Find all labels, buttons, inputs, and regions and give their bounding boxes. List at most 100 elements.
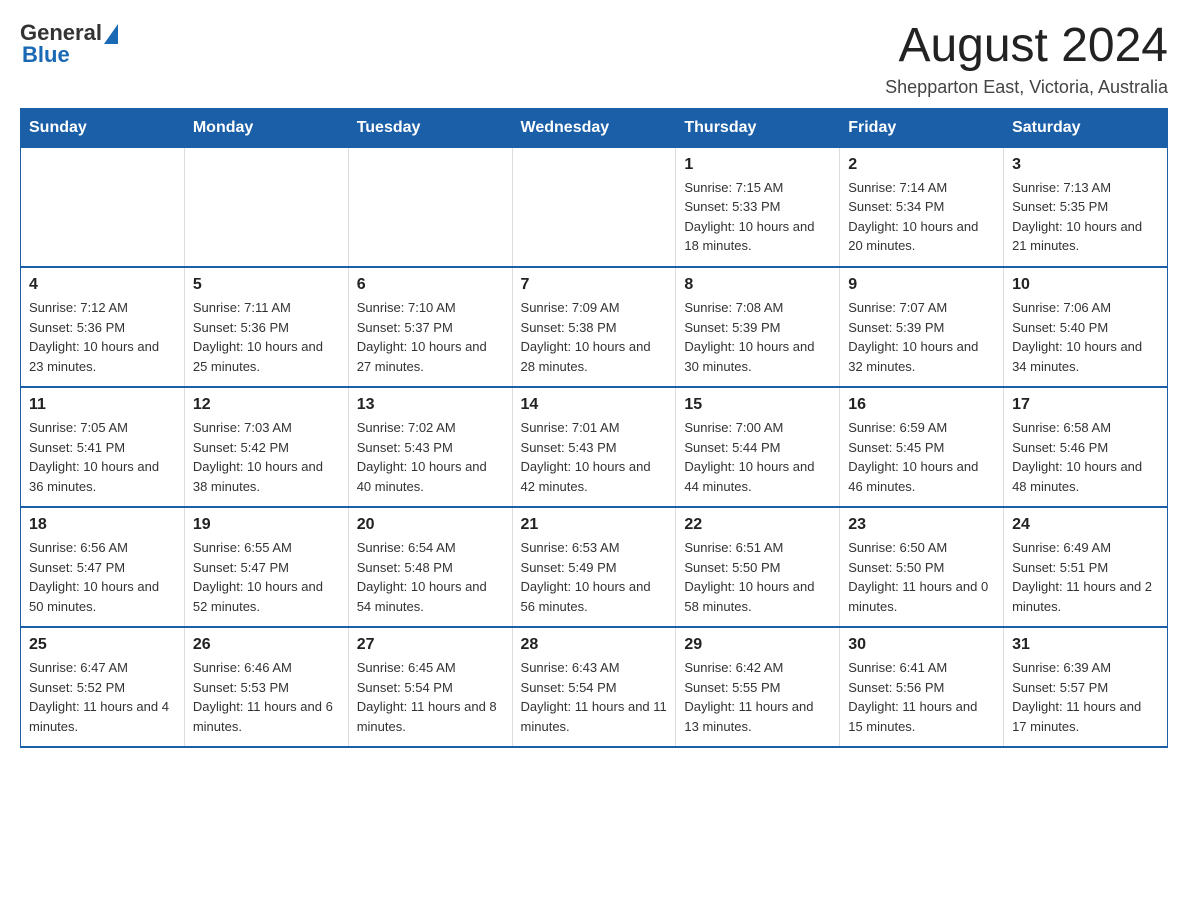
day-number: 19: [193, 516, 340, 534]
page-header: General Blue August 2024 Shepparton East…: [20, 20, 1168, 98]
day-cell: 7 Sunrise: 7:09 AM Sunset: 5:38 PM Daylig…: [512, 267, 676, 387]
day-number: 2: [848, 156, 995, 174]
day-number: 9: [848, 276, 995, 294]
day-number: 10: [1012, 276, 1159, 294]
day-number: 4: [29, 276, 176, 294]
day-info: Sunrise: 6:54 AM Sunset: 5:48 PM Dayligh…: [357, 538, 504, 616]
day-number: 26: [193, 636, 340, 654]
day-info: Sunrise: 7:02 AM Sunset: 5:43 PM Dayligh…: [357, 418, 504, 496]
logo-triangle: [104, 24, 118, 44]
day-number: 15: [684, 396, 831, 414]
month-title: August 2024: [885, 20, 1168, 73]
calendar-table: SundayMondayTuesdayWednesdayThursdayFrid…: [20, 108, 1168, 749]
day-number: 7: [521, 276, 668, 294]
title-section: August 2024 Shepparton East, Victoria, A…: [885, 20, 1168, 98]
day-number: 28: [521, 636, 668, 654]
day-cell: 14 Sunrise: 7:01 AM Sunset: 5:43 PM Dayli…: [512, 387, 676, 507]
day-cell: [21, 147, 185, 267]
day-info: Sunrise: 6:59 AM Sunset: 5:45 PM Dayligh…: [848, 418, 995, 496]
day-cell: 15Sunrise: 7:00 AM Sunset: 5:44 PM Dayli…: [676, 387, 840, 507]
day-number: 3: [1012, 156, 1159, 174]
day-cell: 10 Sunrise: 7:06 AM Sunset: 5:40 PM Dayli…: [1004, 267, 1168, 387]
day-cell: 16 Sunrise: 6:59 AM Sunset: 5:45 PM Dayli…: [840, 387, 1004, 507]
day-number: 14: [521, 396, 668, 414]
day-cell: 25 Sunrise: 6:47 AM Sunset: 5:52 PM Dayli…: [21, 627, 185, 747]
week-row-4: 18 Sunrise: 6:56 AM Sunset: 5:47 PM Dayli…: [21, 507, 1168, 627]
day-cell: 19Sunrise: 6:55 AM Sunset: 5:47 PM Dayli…: [184, 507, 348, 627]
day-info: Sunrise: 6:58 AM Sunset: 5:46 PM Dayligh…: [1012, 418, 1159, 496]
day-info: Sunrise: 6:53 AM Sunset: 5:49 PM Dayligh…: [521, 538, 668, 616]
logo-blue: Blue: [22, 42, 70, 68]
day-number: 24: [1012, 516, 1159, 534]
day-cell: 23Sunrise: 6:50 AM Sunset: 5:50 PM Dayli…: [840, 507, 1004, 627]
day-number: 18: [29, 516, 176, 534]
day-cell: 27Sunrise: 6:45 AM Sunset: 5:54 PM Dayli…: [348, 627, 512, 747]
day-number: 20: [357, 516, 504, 534]
day-info: Sunrise: 6:51 AM Sunset: 5:50 PM Dayligh…: [684, 538, 831, 616]
day-cell: 2 Sunrise: 7:14 AM Sunset: 5:34 PM Daylig…: [840, 147, 1004, 267]
day-number: 13: [357, 396, 504, 414]
day-cell: 1 Sunrise: 7:15 AM Sunset: 5:33 PM Daylig…: [676, 147, 840, 267]
day-info: Sunrise: 7:05 AM Sunset: 5:41 PM Dayligh…: [29, 418, 176, 496]
day-cell: [184, 147, 348, 267]
col-header-wednesday: Wednesday: [512, 108, 676, 147]
logo: General Blue: [20, 20, 118, 68]
day-info: Sunrise: 7:10 AM Sunset: 5:37 PM Dayligh…: [357, 298, 504, 376]
day-info: Sunrise: 6:47 AM Sunset: 5:52 PM Dayligh…: [29, 658, 176, 736]
week-row-5: 25 Sunrise: 6:47 AM Sunset: 5:52 PM Dayli…: [21, 627, 1168, 747]
day-cell: 31 Sunrise: 6:39 AM Sunset: 5:57 PM Dayli…: [1004, 627, 1168, 747]
day-cell: 6 Sunrise: 7:10 AM Sunset: 5:37 PM Daylig…: [348, 267, 512, 387]
day-cell: [512, 147, 676, 267]
week-row-2: 4 Sunrise: 7:12 AM Sunset: 5:36 PM Daylig…: [21, 267, 1168, 387]
day-number: 1: [684, 156, 831, 174]
day-number: 29: [684, 636, 831, 654]
day-number: 5: [193, 276, 340, 294]
day-cell: 11 Sunrise: 7:05 AM Sunset: 5:41 PM Dayli…: [21, 387, 185, 507]
calendar-header-row: SundayMondayTuesdayWednesdayThursdayFrid…: [21, 108, 1168, 147]
day-number: 31: [1012, 636, 1159, 654]
day-cell: 9Sunrise: 7:07 AM Sunset: 5:39 PM Daylig…: [840, 267, 1004, 387]
day-cell: 29Sunrise: 6:42 AM Sunset: 5:55 PM Dayli…: [676, 627, 840, 747]
day-cell: 8 Sunrise: 7:08 AM Sunset: 5:39 PM Daylig…: [676, 267, 840, 387]
day-cell: 5 Sunrise: 7:11 AM Sunset: 5:36 PM Daylig…: [184, 267, 348, 387]
day-info: Sunrise: 7:13 AM Sunset: 5:35 PM Dayligh…: [1012, 178, 1159, 256]
col-header-tuesday: Tuesday: [348, 108, 512, 147]
location: Shepparton East, Victoria, Australia: [885, 77, 1168, 98]
day-cell: 21 Sunrise: 6:53 AM Sunset: 5:49 PM Dayli…: [512, 507, 676, 627]
day-cell: 26Sunrise: 6:46 AM Sunset: 5:53 PM Dayli…: [184, 627, 348, 747]
day-number: 8: [684, 276, 831, 294]
day-info: Sunrise: 7:11 AM Sunset: 5:36 PM Dayligh…: [193, 298, 340, 376]
day-number: 25: [29, 636, 176, 654]
day-cell: 4 Sunrise: 7:12 AM Sunset: 5:36 PM Daylig…: [21, 267, 185, 387]
day-info: Sunrise: 6:56 AM Sunset: 5:47 PM Dayligh…: [29, 538, 176, 616]
day-cell: 24Sunrise: 6:49 AM Sunset: 5:51 PM Dayli…: [1004, 507, 1168, 627]
day-cell: 22 Sunrise: 6:51 AM Sunset: 5:50 PM Dayli…: [676, 507, 840, 627]
col-header-monday: Monday: [184, 108, 348, 147]
day-cell: 12Sunrise: 7:03 AM Sunset: 5:42 PM Dayli…: [184, 387, 348, 507]
day-number: 6: [357, 276, 504, 294]
day-number: 30: [848, 636, 995, 654]
col-header-friday: Friday: [840, 108, 1004, 147]
day-number: 11: [29, 396, 176, 414]
day-number: 21: [521, 516, 668, 534]
day-info: Sunrise: 7:09 AM Sunset: 5:38 PM Dayligh…: [521, 298, 668, 376]
day-info: Sunrise: 7:06 AM Sunset: 5:40 PM Dayligh…: [1012, 298, 1159, 376]
day-info: Sunrise: 7:08 AM Sunset: 5:39 PM Dayligh…: [684, 298, 831, 376]
day-number: 22: [684, 516, 831, 534]
day-number: 12: [193, 396, 340, 414]
week-row-1: 1 Sunrise: 7:15 AM Sunset: 5:33 PM Daylig…: [21, 147, 1168, 267]
col-header-thursday: Thursday: [676, 108, 840, 147]
day-cell: 30 Sunrise: 6:41 AM Sunset: 5:56 PM Dayli…: [840, 627, 1004, 747]
day-info: Sunrise: 7:12 AM Sunset: 5:36 PM Dayligh…: [29, 298, 176, 376]
day-info: Sunrise: 7:01 AM Sunset: 5:43 PM Dayligh…: [521, 418, 668, 496]
day-info: Sunrise: 7:14 AM Sunset: 5:34 PM Dayligh…: [848, 178, 995, 256]
day-info: Sunrise: 6:41 AM Sunset: 5:56 PM Dayligh…: [848, 658, 995, 736]
day-cell: 17Sunrise: 6:58 AM Sunset: 5:46 PM Dayli…: [1004, 387, 1168, 507]
day-info: Sunrise: 7:15 AM Sunset: 5:33 PM Dayligh…: [684, 178, 831, 256]
day-cell: 20 Sunrise: 6:54 AM Sunset: 5:48 PM Dayli…: [348, 507, 512, 627]
day-number: 16: [848, 396, 995, 414]
col-header-saturday: Saturday: [1004, 108, 1168, 147]
day-cell: 18 Sunrise: 6:56 AM Sunset: 5:47 PM Dayli…: [21, 507, 185, 627]
col-header-sunday: Sunday: [21, 108, 185, 147]
day-info: Sunrise: 6:39 AM Sunset: 5:57 PM Dayligh…: [1012, 658, 1159, 736]
